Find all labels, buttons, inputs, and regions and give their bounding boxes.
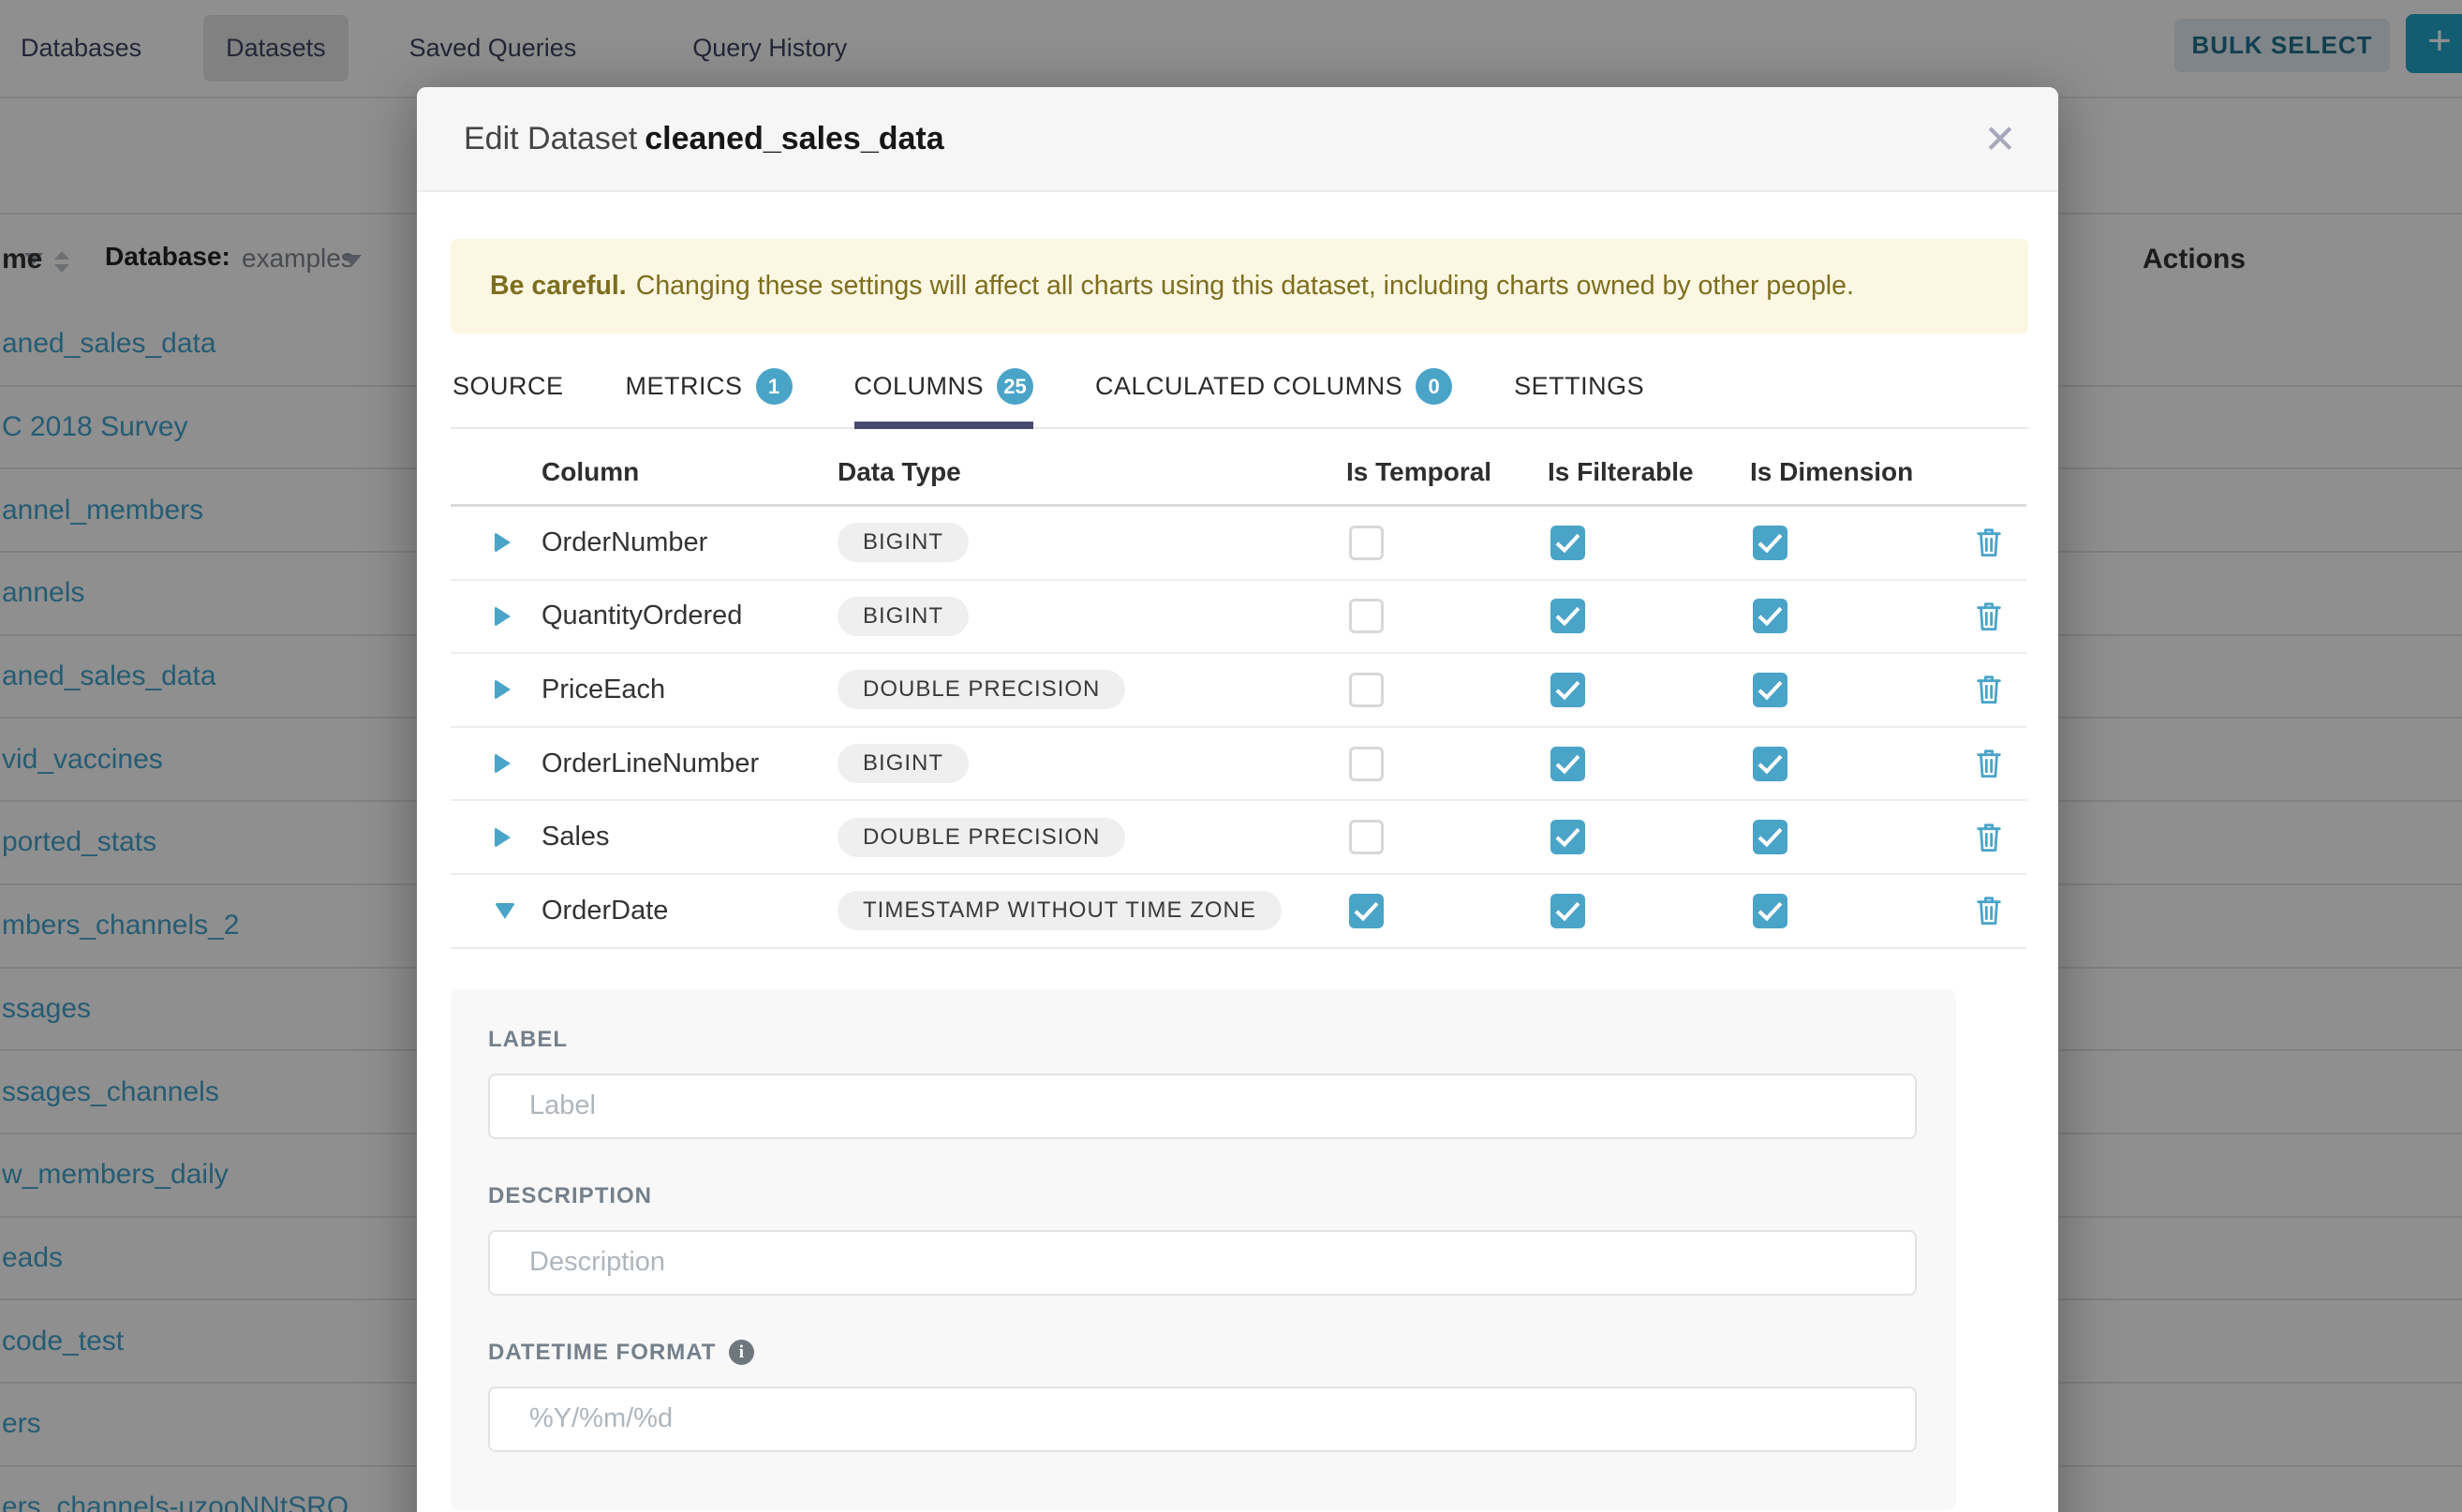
is-dimension-checkbox[interactable] — [1753, 673, 1787, 707]
columns-table-header: Column Data Type Is Temporal Is Filterab… — [451, 429, 2026, 507]
collapse-caret-icon[interactable] — [495, 903, 515, 919]
is-dimension-checkbox[interactable] — [1753, 526, 1787, 560]
delete-column-icon[interactable] — [1951, 526, 2026, 559]
is-dimension-checkbox[interactable] — [1753, 599, 1787, 633]
datetime-format-input[interactable] — [488, 1386, 1917, 1452]
expand-caret-icon[interactable] — [495, 679, 511, 700]
column-name: OrderNumber — [541, 527, 838, 558]
dataset-name: cleaned_sales_data — [645, 121, 943, 156]
is-temporal-checkbox[interactable] — [1349, 526, 1384, 560]
column-name: OrderDate — [541, 896, 838, 926]
tab-label: METRICS — [626, 372, 743, 401]
is-temporal-checkbox[interactable] — [1349, 599, 1384, 633]
expand-caret-icon[interactable] — [495, 606, 511, 627]
data-type-pill: DOUBLE PRECISION — [838, 670, 1125, 709]
delete-column-icon[interactable] — [1951, 894, 2026, 927]
column-detail-panel: LABEL DESCRIPTION DATETIME FORMAT i — [451, 989, 1956, 1510]
tab-count-badge: 0 — [1416, 368, 1452, 405]
tab-label: SOURCE — [452, 372, 564, 401]
is-filterable-checkbox[interactable] — [1550, 599, 1585, 633]
tab-label: CALCULATED COLUMNS — [1095, 372, 1402, 401]
modal-title: Edit Datasetcleaned_sales_data — [464, 121, 944, 157]
expand-caret-icon[interactable] — [495, 753, 511, 774]
description-field-label: DESCRIPTION — [488, 1183, 1917, 1209]
is-temporal-checkbox[interactable] — [1349, 894, 1384, 928]
tab-source[interactable]: SOURCE — [452, 368, 564, 427]
column-name: QuantityOrdered — [541, 600, 838, 631]
column-row: QuantityOrderedBIGINT — [451, 581, 2026, 655]
tab-count-badge: 25 — [997, 368, 1033, 405]
close-icon[interactable]: ✕ — [1974, 113, 2026, 166]
column-row: SalesDOUBLE PRECISION — [451, 801, 2026, 875]
is-filterable-checkbox[interactable] — [1550, 526, 1585, 560]
is-dimension-checkbox[interactable] — [1753, 747, 1787, 781]
modal-header: Edit Datasetcleaned_sales_data ✕ — [417, 87, 2058, 192]
column-name: OrderLineNumber — [541, 749, 838, 779]
edit-dataset-modal: Edit Datasetcleaned_sales_data ✕ Be care… — [417, 87, 2058, 1512]
modal-body: Be careful.Changing these settings will … — [417, 192, 2058, 1510]
is-filterable-checkbox[interactable] — [1550, 747, 1585, 781]
label-field-label: LABEL — [488, 1027, 1917, 1053]
delete-column-icon[interactable] — [1951, 747, 2026, 780]
data-type-pill: TIMESTAMP WITHOUT TIME ZONE — [838, 891, 1282, 930]
data-type-pill: BIGINT — [838, 597, 969, 636]
is-temporal-checkbox[interactable] — [1349, 673, 1384, 707]
tab-count-badge: 1 — [756, 368, 793, 405]
tab-columns[interactable]: COLUMNS 25 — [854, 368, 1034, 427]
delete-column-icon[interactable] — [1951, 673, 2026, 706]
column-name: Sales — [541, 822, 838, 852]
tab-settings[interactable]: SETTINGS — [1514, 368, 1644, 427]
column-row: OrderNumberBIGINT — [451, 507, 2026, 581]
datetime-format-field-label: DATETIME FORMAT i — [488, 1340, 1917, 1366]
tab-metrics[interactable]: METRICS 1 — [626, 368, 793, 427]
column-row: PriceEachDOUBLE PRECISION — [451, 654, 2026, 728]
column-name: PriceEach — [541, 674, 838, 705]
data-type-pill: BIGINT — [838, 744, 969, 783]
column-row: OrderLineNumberBIGINT — [451, 728, 2026, 802]
is-filterable-checkbox[interactable] — [1550, 820, 1585, 854]
is-temporal-header: Is Temporal — [1346, 457, 1548, 487]
delete-column-icon[interactable] — [1951, 600, 2026, 633]
label-input[interactable] — [488, 1074, 1917, 1139]
description-input[interactable] — [488, 1230, 1917, 1296]
columns-table: Column Data Type Is Temporal Is Filterab… — [451, 429, 2026, 949]
info-icon[interactable]: i — [729, 1340, 754, 1365]
data-type-pill: DOUBLE PRECISION — [838, 818, 1125, 857]
data-type-header: Data Type — [838, 457, 1346, 487]
is-filterable-checkbox[interactable] — [1550, 894, 1585, 928]
is-dimension-checkbox[interactable] — [1753, 820, 1787, 854]
is-temporal-checkbox[interactable] — [1349, 820, 1384, 854]
is-dimension-header: Is Dimension — [1750, 457, 1951, 487]
tab-label: COLUMNS — [854, 372, 985, 401]
modal-tabs: SOURCE METRICS 1 COLUMNS 25 CALCULATED COLUMN… — [451, 368, 2028, 429]
tab-label: SETTINGS — [1514, 372, 1644, 401]
is-filterable-checkbox[interactable] — [1550, 673, 1585, 707]
warning-banner: Be careful.Changing these settings will … — [451, 239, 2028, 334]
is-filterable-header: Is Filterable — [1548, 457, 1750, 487]
column-header: Column — [541, 457, 838, 487]
expand-caret-icon[interactable] — [495, 827, 511, 848]
is-dimension-checkbox[interactable] — [1753, 894, 1787, 928]
is-temporal-checkbox[interactable] — [1349, 747, 1384, 781]
expand-caret-icon[interactable] — [495, 532, 511, 553]
data-type-pill: BIGINT — [838, 523, 969, 562]
column-row: OrderDateTIMESTAMP WITHOUT TIME ZONE — [451, 875, 2026, 949]
datasets-page: DatabasesDatasetsSaved QueriesQuery Hist… — [0, 0, 2462, 1512]
tab-calculated-columns[interactable]: CALCULATED COLUMNS 0 — [1095, 368, 1452, 427]
delete-column-icon[interactable] — [1951, 821, 2026, 854]
